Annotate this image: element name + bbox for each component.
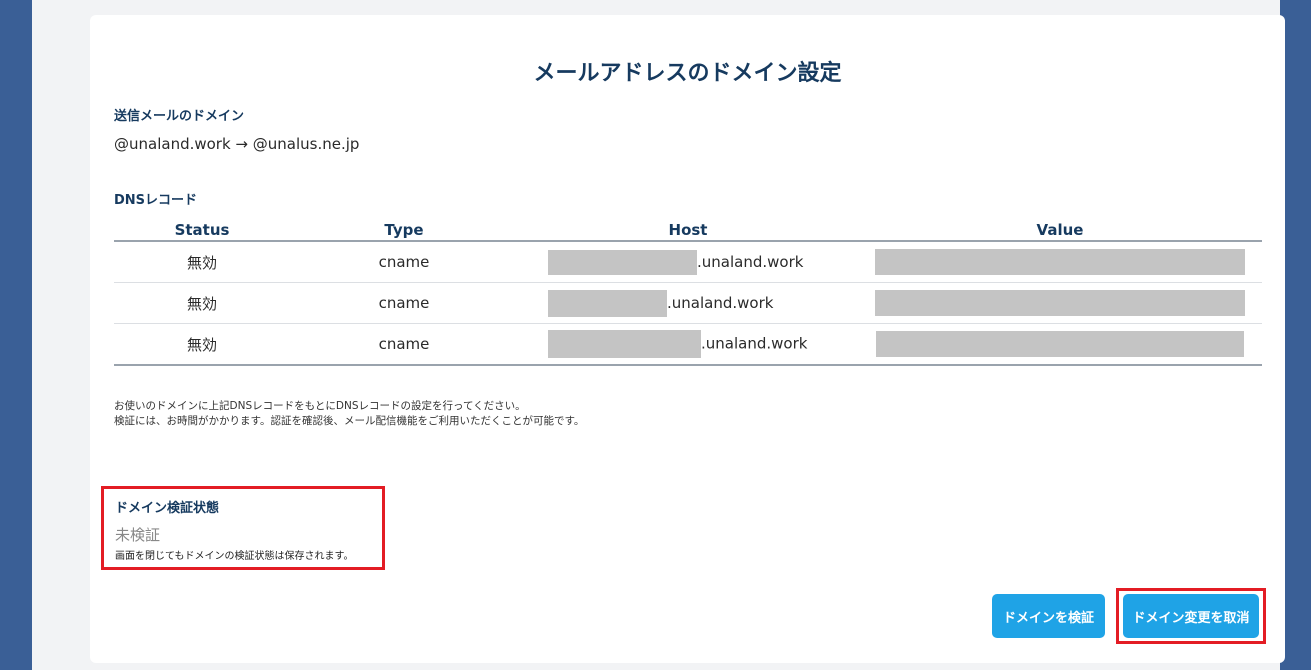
dns-instructions: お使いのドメインに上記DNSレコードをもとにDNSレコードの設定を行ってください… [114, 399, 584, 429]
table-row: 無効 cname .unaland.work [114, 323, 1262, 366]
value-cell [858, 323, 1262, 366]
table-header-row: Status Type Host Value [114, 219, 1262, 242]
type-cell: cname [290, 241, 518, 283]
page-title: メールアドレスのドメイン設定 [533, 61, 842, 86]
redacted-host [548, 249, 697, 275]
status-cell: 無効 [114, 323, 290, 366]
redacted-value [875, 290, 1245, 316]
status-cell: 無効 [114, 282, 290, 324]
value-cell [858, 241, 1262, 283]
redacted-host [548, 289, 667, 317]
verify-domain-button[interactable]: ドメインを検証 [992, 594, 1105, 638]
host-suffix: .unaland.work [667, 293, 774, 312]
redacted-value [875, 249, 1245, 275]
dns-records-label: DNSレコード [114, 193, 198, 208]
type-cell: cname [290, 323, 518, 366]
content-background: メールアドレスのドメイン設定 送信メールのドメイン @unaland.work … [32, 0, 1285, 670]
host-suffix: .unaland.work [697, 252, 804, 271]
redacted-host [548, 330, 701, 358]
table-row: 無効 cname .unaland.work [114, 241, 1262, 283]
host-cell: .unaland.work [518, 241, 858, 283]
dns-records-table: Status Type Host Value 無効 cname .unaland… [114, 219, 1262, 366]
column-header-host: Host [518, 219, 858, 242]
verification-status-box: ドメイン検証状態 未検証 画面を閉じてもドメインの検証状態は保存されます。 [101, 486, 385, 570]
instruction-line: 検証には、お時間がかかります。認証を確認後、メール配信機能をご利用いただくことが… [114, 415, 585, 427]
verification-status-title: ドメイン検証状態 [115, 501, 220, 516]
settings-card: メールアドレスのドメイン設定 送信メールのドメイン @unaland.work … [90, 15, 1285, 663]
instruction-line: お使いのドメインに上記DNSレコードをもとにDNSレコードの設定を行ってください… [114, 400, 526, 412]
type-cell: cname [290, 282, 518, 324]
verification-status-value: 未検証 [115, 526, 161, 544]
table-row: 無効 cname .unaland.work [114, 282, 1262, 324]
host-cell: .unaland.work [518, 323, 858, 366]
value-cell [858, 282, 1262, 324]
cancel-domain-change-button[interactable]: ドメイン変更を取消 [1123, 594, 1259, 638]
sender-domain-label: 送信メールのドメイン [114, 109, 245, 124]
cancel-button-highlight: ドメイン変更を取消 [1116, 588, 1266, 644]
host-cell: .unaland.work [518, 282, 858, 324]
column-header-type: Type [290, 219, 518, 242]
host-suffix: .unaland.work [701, 334, 808, 353]
verification-status-note: 画面を閉じてもドメインの検証状態は保存されます。 [115, 551, 354, 562]
redacted-value [876, 331, 1244, 357]
status-cell: 無効 [114, 241, 290, 283]
column-header-value: Value [858, 219, 1262, 242]
column-header-status: Status [114, 219, 290, 242]
sender-domain-value: @unaland.work → @unalus.ne.jp [114, 135, 360, 153]
